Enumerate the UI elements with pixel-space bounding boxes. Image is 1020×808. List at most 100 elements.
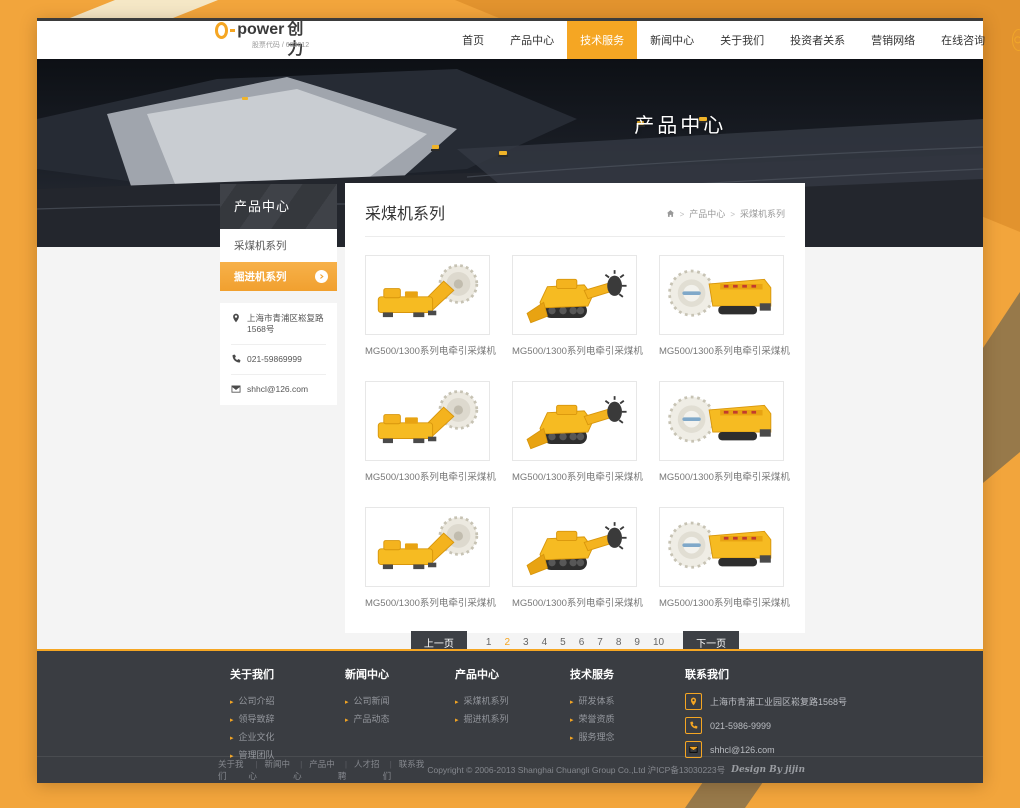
product-image <box>365 381 490 461</box>
footer-link[interactable]: 公司新闻 <box>345 693 455 711</box>
contact-text: shhcl@126.com <box>247 384 308 395</box>
page-number[interactable]: 8 <box>612 635 626 650</box>
nav-item[interactable]: 投资者关系 <box>777 21 858 59</box>
nav-item[interactable]: 关于我们 <box>707 21 777 59</box>
contact-text: 021-59869999 <box>247 354 302 365</box>
mining-machine-illustration <box>666 512 778 582</box>
footer-contact-item: 021-5986-9999 <box>685 717 800 734</box>
footer-link[interactable]: 研发体系 <box>570 693 685 711</box>
footer-bottom-link[interactable]: 联系我们 <box>383 758 428 782</box>
logo-tagline: 股票代码 / 603012 <box>252 40 309 50</box>
footer-column: 新闻中心公司新闻产品动态 <box>345 666 455 765</box>
nav-item[interactable]: 首页 <box>449 21 497 59</box>
sidebar-title: 产品中心 <box>220 184 337 229</box>
product-card[interactable]: MG500/1300系列电牵引采煤机 <box>365 255 490 357</box>
footer-column: 关于我们公司介绍领导致辞企业文化管理团队 <box>230 666 345 765</box>
sidebar-menu-label: 采煤机系列 <box>234 240 287 252</box>
nav-item[interactable]: 新闻中心 <box>637 21 707 59</box>
footer-link[interactable]: 荣誉资质 <box>570 711 685 729</box>
search-icon <box>1013 35 1020 46</box>
footer-link[interactable]: 采煤机系列 <box>455 693 570 711</box>
site-footer: 关于我们公司介绍领导致辞企业文化管理团队新闻中心公司新闻产品动态产品中心采煤机系… <box>37 649 983 783</box>
sidebar-menu-label: 掘进机系列 <box>234 269 287 284</box>
content-panel: 采煤机系列 产品中心采煤机系列 MG500/1300系列电牵引采煤机MG500/… <box>345 183 805 633</box>
breadcrumb-item[interactable]: 采煤机系列 <box>730 207 785 220</box>
footer-bottom-link[interactable]: 关于我们 <box>218 758 248 782</box>
page-number[interactable]: 4 <box>538 635 552 650</box>
page-number[interactable]: 7 <box>593 635 607 650</box>
product-caption: MG500/1300系列电牵引采煤机 <box>512 469 637 483</box>
nav-item[interactable]: 营销网络 <box>858 21 928 59</box>
footer-bottom-bar: 关于我们新闻中心产品中心人才招聘联系我们 Copyright © 2006-20… <box>37 756 983 783</box>
footer-column-title: 技术服务 <box>570 666 685 682</box>
footer-bottom-links: 关于我们新闻中心产品中心人才招聘联系我们 <box>218 758 427 782</box>
mining-machine-illustration <box>519 512 631 582</box>
product-card[interactable]: MG500/1300系列电牵引采煤机 <box>659 255 784 357</box>
logo-c-icon <box>215 22 228 39</box>
footer-link[interactable]: 企业文化 <box>230 729 345 747</box>
page-number[interactable]: 6 <box>575 635 589 650</box>
product-card[interactable]: MG500/1300系列电牵引采煤机 <box>512 507 637 609</box>
logo[interactable]: power 创力 股票代码 / 603012 <box>215 20 309 60</box>
page-number[interactable]: 1 <box>482 635 496 650</box>
product-image <box>512 255 637 335</box>
product-caption: MG500/1300系列电牵引采煤机 <box>659 595 784 609</box>
sidebar-menu-item[interactable]: 采煤机系列 <box>220 229 337 262</box>
product-card[interactable]: MG500/1300系列电牵引采煤机 <box>659 381 784 483</box>
sidebar-menu-item[interactable]: 掘进机系列 <box>220 262 337 291</box>
sidebar-contact-item: 上海市青浦区崧复路1568号 <box>231 304 326 345</box>
page-number[interactable]: 10 <box>649 635 668 650</box>
page-numbers: 123456789 10 <box>482 635 668 650</box>
product-caption: MG500/1300系列电牵引采煤机 <box>659 343 784 357</box>
page-number[interactable]: 5 <box>556 635 570 650</box>
footer-link[interactable]: 领导致辞 <box>230 711 345 729</box>
copyright-text: Copyright © 2006-2013 Shanghai Chuangli … <box>427 764 725 776</box>
mining-machine-illustration <box>372 386 484 456</box>
breadcrumb: 产品中心采煤机系列 <box>666 207 785 220</box>
footer-link[interactable]: 产品动态 <box>345 711 455 729</box>
product-caption: MG500/1300系列电牵引采煤机 <box>365 343 490 357</box>
product-image <box>659 381 784 461</box>
product-image <box>512 381 637 461</box>
product-image <box>659 507 784 587</box>
footer-link[interactable]: 公司介绍 <box>230 693 345 711</box>
nav-item[interactable]: 技术服务 <box>567 21 637 59</box>
mining-machine-illustration <box>666 386 778 456</box>
page-body: 产品中心 采煤机系列掘进机系列 上海市青浦区崧复路1568号021-598699… <box>37 247 983 649</box>
logo-brand: power <box>237 20 284 40</box>
page-number[interactable]: 2 <box>500 635 514 650</box>
location-pin-icon <box>685 693 702 710</box>
footer-bottom-link[interactable]: 产品中心 <box>293 758 338 782</box>
footer-contact-item: 上海市青浦工业园区崧复路1568号 <box>685 693 800 710</box>
sidebar-contact-item: shhcl@126.com <box>231 375 326 404</box>
footer-column-title: 联系我们 <box>685 666 800 682</box>
search-button[interactable] <box>1012 29 1020 51</box>
footer-link[interactable]: 掘进机系列 <box>455 711 570 729</box>
page-number[interactable]: 9 <box>630 635 644 650</box>
logo-dash <box>230 29 235 32</box>
footer-contact-text: 021-5986-9999 <box>710 721 771 731</box>
divider <box>365 236 785 237</box>
footer-contact-text: 上海市青浦工业园区崧复路1568号 <box>710 695 847 708</box>
breadcrumb-item[interactable]: 产品中心 <box>680 207 726 220</box>
mining-machine-illustration <box>372 260 484 330</box>
footer-bottom-link[interactable]: 新闻中心 <box>248 758 293 782</box>
sidebar-contact-item: 021-59869999 <box>231 345 326 375</box>
footer-bottom-link[interactable]: 人才招聘 <box>338 758 383 782</box>
product-card[interactable]: MG500/1300系列电牵引采煤机 <box>365 381 490 483</box>
product-card[interactable]: MG500/1300系列电牵引采煤机 <box>512 255 637 357</box>
page: power 创力 股票代码 / 603012 首页产品中心技术服务新闻中心关于我… <box>37 18 983 782</box>
nav-item[interactable]: 在线咨询 <box>928 21 998 59</box>
sidebar-contact: 上海市青浦区崧复路1568号 021-59869999 shhcl@126.com <box>220 303 337 405</box>
product-card[interactable]: MG500/1300系列电牵引采煤机 <box>512 381 637 483</box>
product-caption: MG500/1300系列电牵引采煤机 <box>365 595 490 609</box>
home-icon[interactable] <box>666 209 675 218</box>
page-number[interactable]: 3 <box>519 635 533 650</box>
product-card[interactable]: MG500/1300系列电牵引采煤机 <box>365 507 490 609</box>
footer-column-title: 新闻中心 <box>345 666 455 682</box>
footer-link[interactable]: 服务理念 <box>570 729 685 747</box>
product-card[interactable]: MG500/1300系列电牵引采煤机 <box>659 507 784 609</box>
design-credit: Design By jijin <box>731 765 805 775</box>
contact-text: 上海市青浦区崧复路1568号 <box>247 313 326 335</box>
nav-item[interactable]: 产品中心 <box>497 21 567 59</box>
